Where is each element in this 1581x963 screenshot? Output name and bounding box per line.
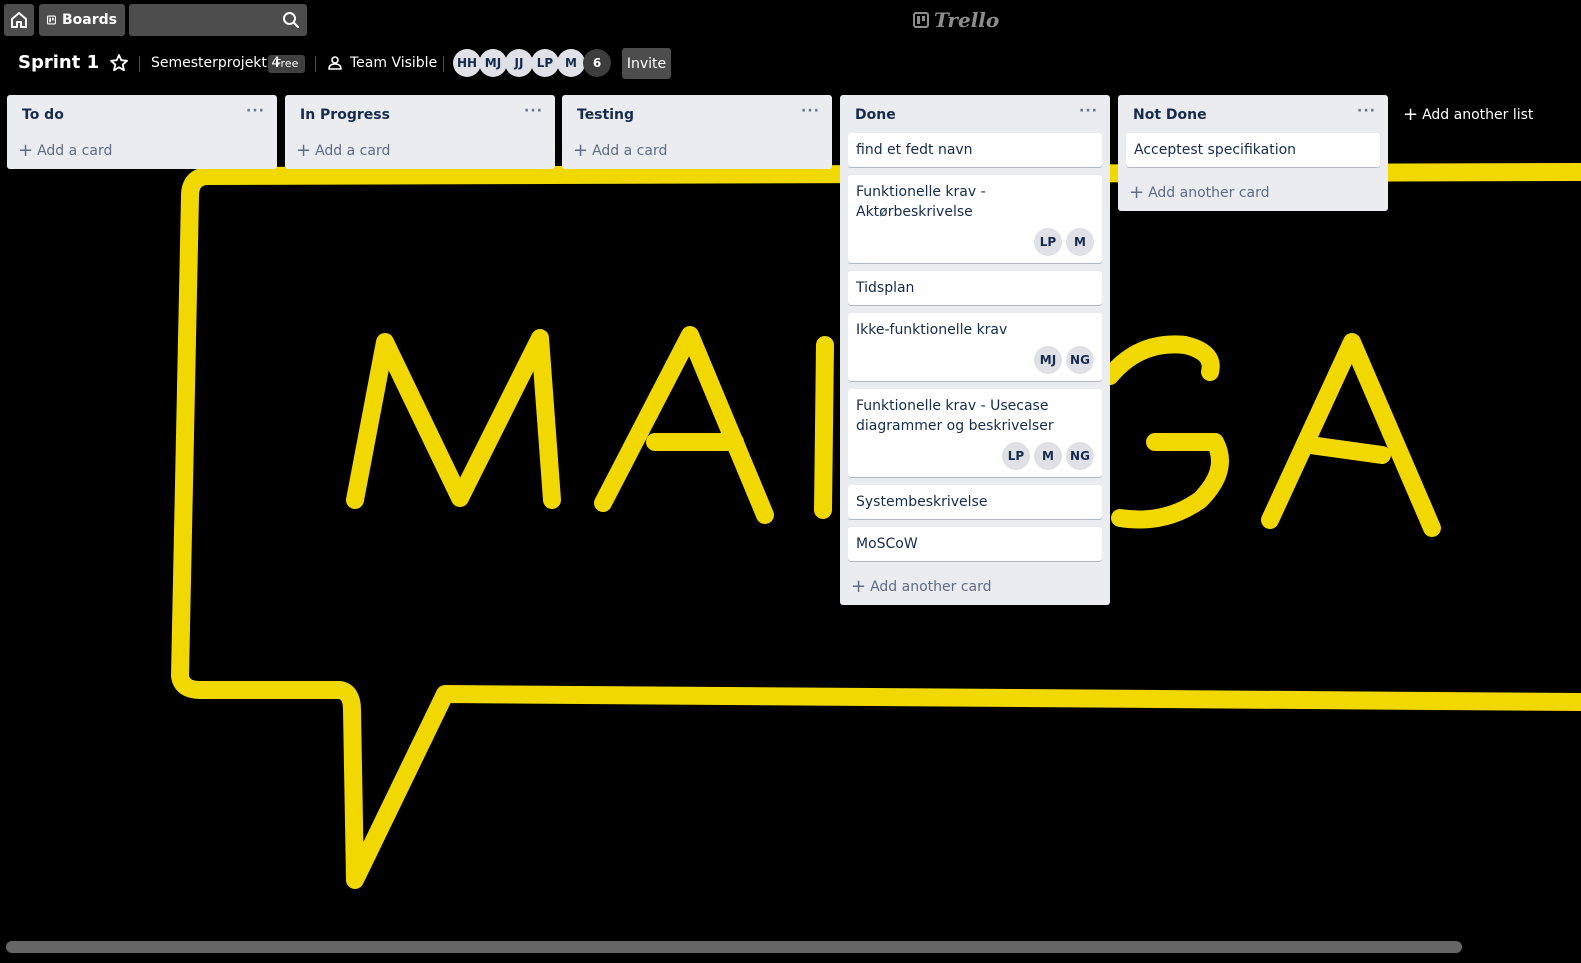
member-avatar[interactable]: MJ (479, 49, 507, 77)
list-title[interactable]: Testing (577, 107, 634, 123)
board-title[interactable]: Sprint 1 (18, 52, 99, 73)
star-icon[interactable] (108, 52, 130, 74)
card[interactable]: Acceptest specifikation (1126, 133, 1380, 167)
card[interactable]: Funktionelle krav - Usecase diagrammer o… (848, 389, 1102, 477)
list-title[interactable]: To do (22, 107, 64, 123)
boards-icon (47, 15, 56, 25)
list-menu-icon[interactable]: ··· (1357, 103, 1376, 119)
invite-button[interactable]: Invite (622, 48, 671, 79)
card-title: Ikke-funktionelle krav (856, 322, 1008, 338)
card-title: Funktionelle krav - Aktørbeskrivelse (856, 184, 986, 220)
card[interactable]: Funktionelle krav - Aktørbeskrivelse LP … (848, 175, 1102, 263)
boards-label: Boards (62, 12, 117, 28)
card-title: Funktionelle krav - Usecase diagrammer o… (856, 398, 1054, 434)
top-navigation-bar: Boards Trello (0, 0, 1581, 40)
card[interactable]: Tidsplan (848, 271, 1102, 305)
list-title[interactable]: Done (855, 107, 896, 123)
add-card-label: Add a card (37, 143, 113, 159)
list-title[interactable]: In Progress (300, 107, 390, 123)
horizontal-scrollbar[interactable] (6, 941, 1462, 953)
home-button[interactable] (4, 4, 34, 36)
plus-icon: + (296, 140, 312, 161)
list-in-progress: In Progress ··· + Add a card (285, 95, 555, 169)
plus-icon: + (1129, 182, 1145, 203)
trello-logo-icon (913, 12, 929, 28)
add-card-button[interactable]: + Add a card (562, 133, 832, 169)
add-card-button[interactable]: + Add a card (285, 133, 555, 169)
list-menu-icon[interactable]: ··· (1079, 103, 1098, 119)
member-avatar[interactable]: HH (453, 49, 481, 77)
card-member-avatar[interactable]: M (1066, 228, 1094, 256)
card-list: Acceptest specifikation (1118, 133, 1388, 167)
search-icon[interactable] (282, 11, 300, 29)
list-done: Done ··· find et fedt navn Funktionelle … (840, 95, 1110, 605)
member-avatar[interactable]: JJ (505, 49, 533, 77)
list-menu-icon[interactable]: ··· (524, 103, 543, 119)
add-card-label: Add another card (1148, 185, 1270, 201)
list-menu-icon[interactable]: ··· (801, 103, 820, 119)
list-testing: Testing ··· + Add a card (562, 95, 832, 169)
card-member-avatar[interactable]: LP (1002, 442, 1030, 470)
logo-text: Trello (934, 8, 1000, 32)
header-divider (139, 56, 140, 72)
list-menu-icon[interactable]: ··· (246, 103, 265, 119)
plus-icon: + (573, 140, 589, 161)
team-icon (328, 56, 342, 70)
list-to-do: To do ··· + Add a card (7, 95, 277, 169)
search-input[interactable] (129, 4, 307, 36)
list-not-done: Not Done ··· Acceptest specifikation + A… (1118, 95, 1388, 211)
card[interactable]: Systembeskrivelse (848, 485, 1102, 519)
list-header[interactable]: Testing ··· (562, 95, 832, 133)
add-another-card-button[interactable]: + Add another card (840, 569, 1110, 605)
add-card-button[interactable]: + Add a card (7, 133, 277, 169)
member-avatar[interactable]: M (557, 49, 585, 77)
more-members-count[interactable]: 6 (583, 49, 611, 77)
card-member-avatar[interactable]: M (1034, 442, 1062, 470)
list-header[interactable]: To do ··· (7, 95, 277, 133)
card-member-avatar[interactable]: NG (1066, 346, 1094, 374)
add-another-list-button[interactable]: + Add another list (1403, 95, 1543, 135)
list-header[interactable]: Done ··· (840, 95, 1110, 133)
card-title: Acceptest specifikation (1134, 142, 1297, 158)
board-header: Sprint 1 Semesterprojekt 4 Free Team Vis… (0, 44, 1581, 84)
add-card-label: Add a card (315, 143, 391, 159)
add-card-label: Add a card (592, 143, 668, 159)
card-title: Tidsplan (856, 280, 915, 296)
card-title: MoSCoW (856, 536, 918, 552)
add-list-label: Add another list (1422, 107, 1534, 123)
card-member-avatar[interactable]: LP (1034, 228, 1062, 256)
card-members: LP M NG (856, 442, 1094, 470)
card-member-avatar[interactable]: MJ (1034, 346, 1062, 374)
home-icon (11, 12, 27, 28)
header-divider (443, 56, 444, 72)
card[interactable]: find et fedt navn (848, 133, 1102, 167)
card-list: find et fedt navn Funktionelle krav - Ak… (840, 133, 1110, 561)
card-members: LP M (856, 228, 1094, 256)
card-title: Systembeskrivelse (856, 494, 988, 510)
add-another-card-button[interactable]: + Add another card (1118, 175, 1388, 211)
plan-badge: Free (268, 55, 306, 73)
plus-icon: + (851, 576, 867, 597)
visibility-label: Team Visible (350, 55, 438, 71)
visibility-button[interactable]: Team Visible (327, 55, 437, 71)
add-card-label: Add another card (870, 579, 992, 595)
card-title: find et fedt navn (856, 142, 973, 158)
boards-button[interactable]: Boards (39, 4, 125, 36)
card-members: MJ NG (856, 346, 1094, 374)
card-member-avatar[interactable]: NG (1066, 442, 1094, 470)
plus-icon: + (18, 140, 34, 161)
card[interactable]: Ikke-funktionelle krav MJ NG (848, 313, 1102, 381)
trello-logo[interactable]: Trello (913, 8, 999, 32)
team-name[interactable]: Semesterprojekt 4 (151, 55, 280, 71)
list-header[interactable]: Not Done ··· (1118, 95, 1388, 133)
header-divider (315, 56, 316, 72)
plus-icon: + (1403, 104, 1419, 125)
member-avatar[interactable]: LP (531, 49, 559, 77)
list-header[interactable]: In Progress ··· (285, 95, 555, 133)
list-title[interactable]: Not Done (1133, 107, 1207, 123)
card[interactable]: MoSCoW (848, 527, 1102, 561)
